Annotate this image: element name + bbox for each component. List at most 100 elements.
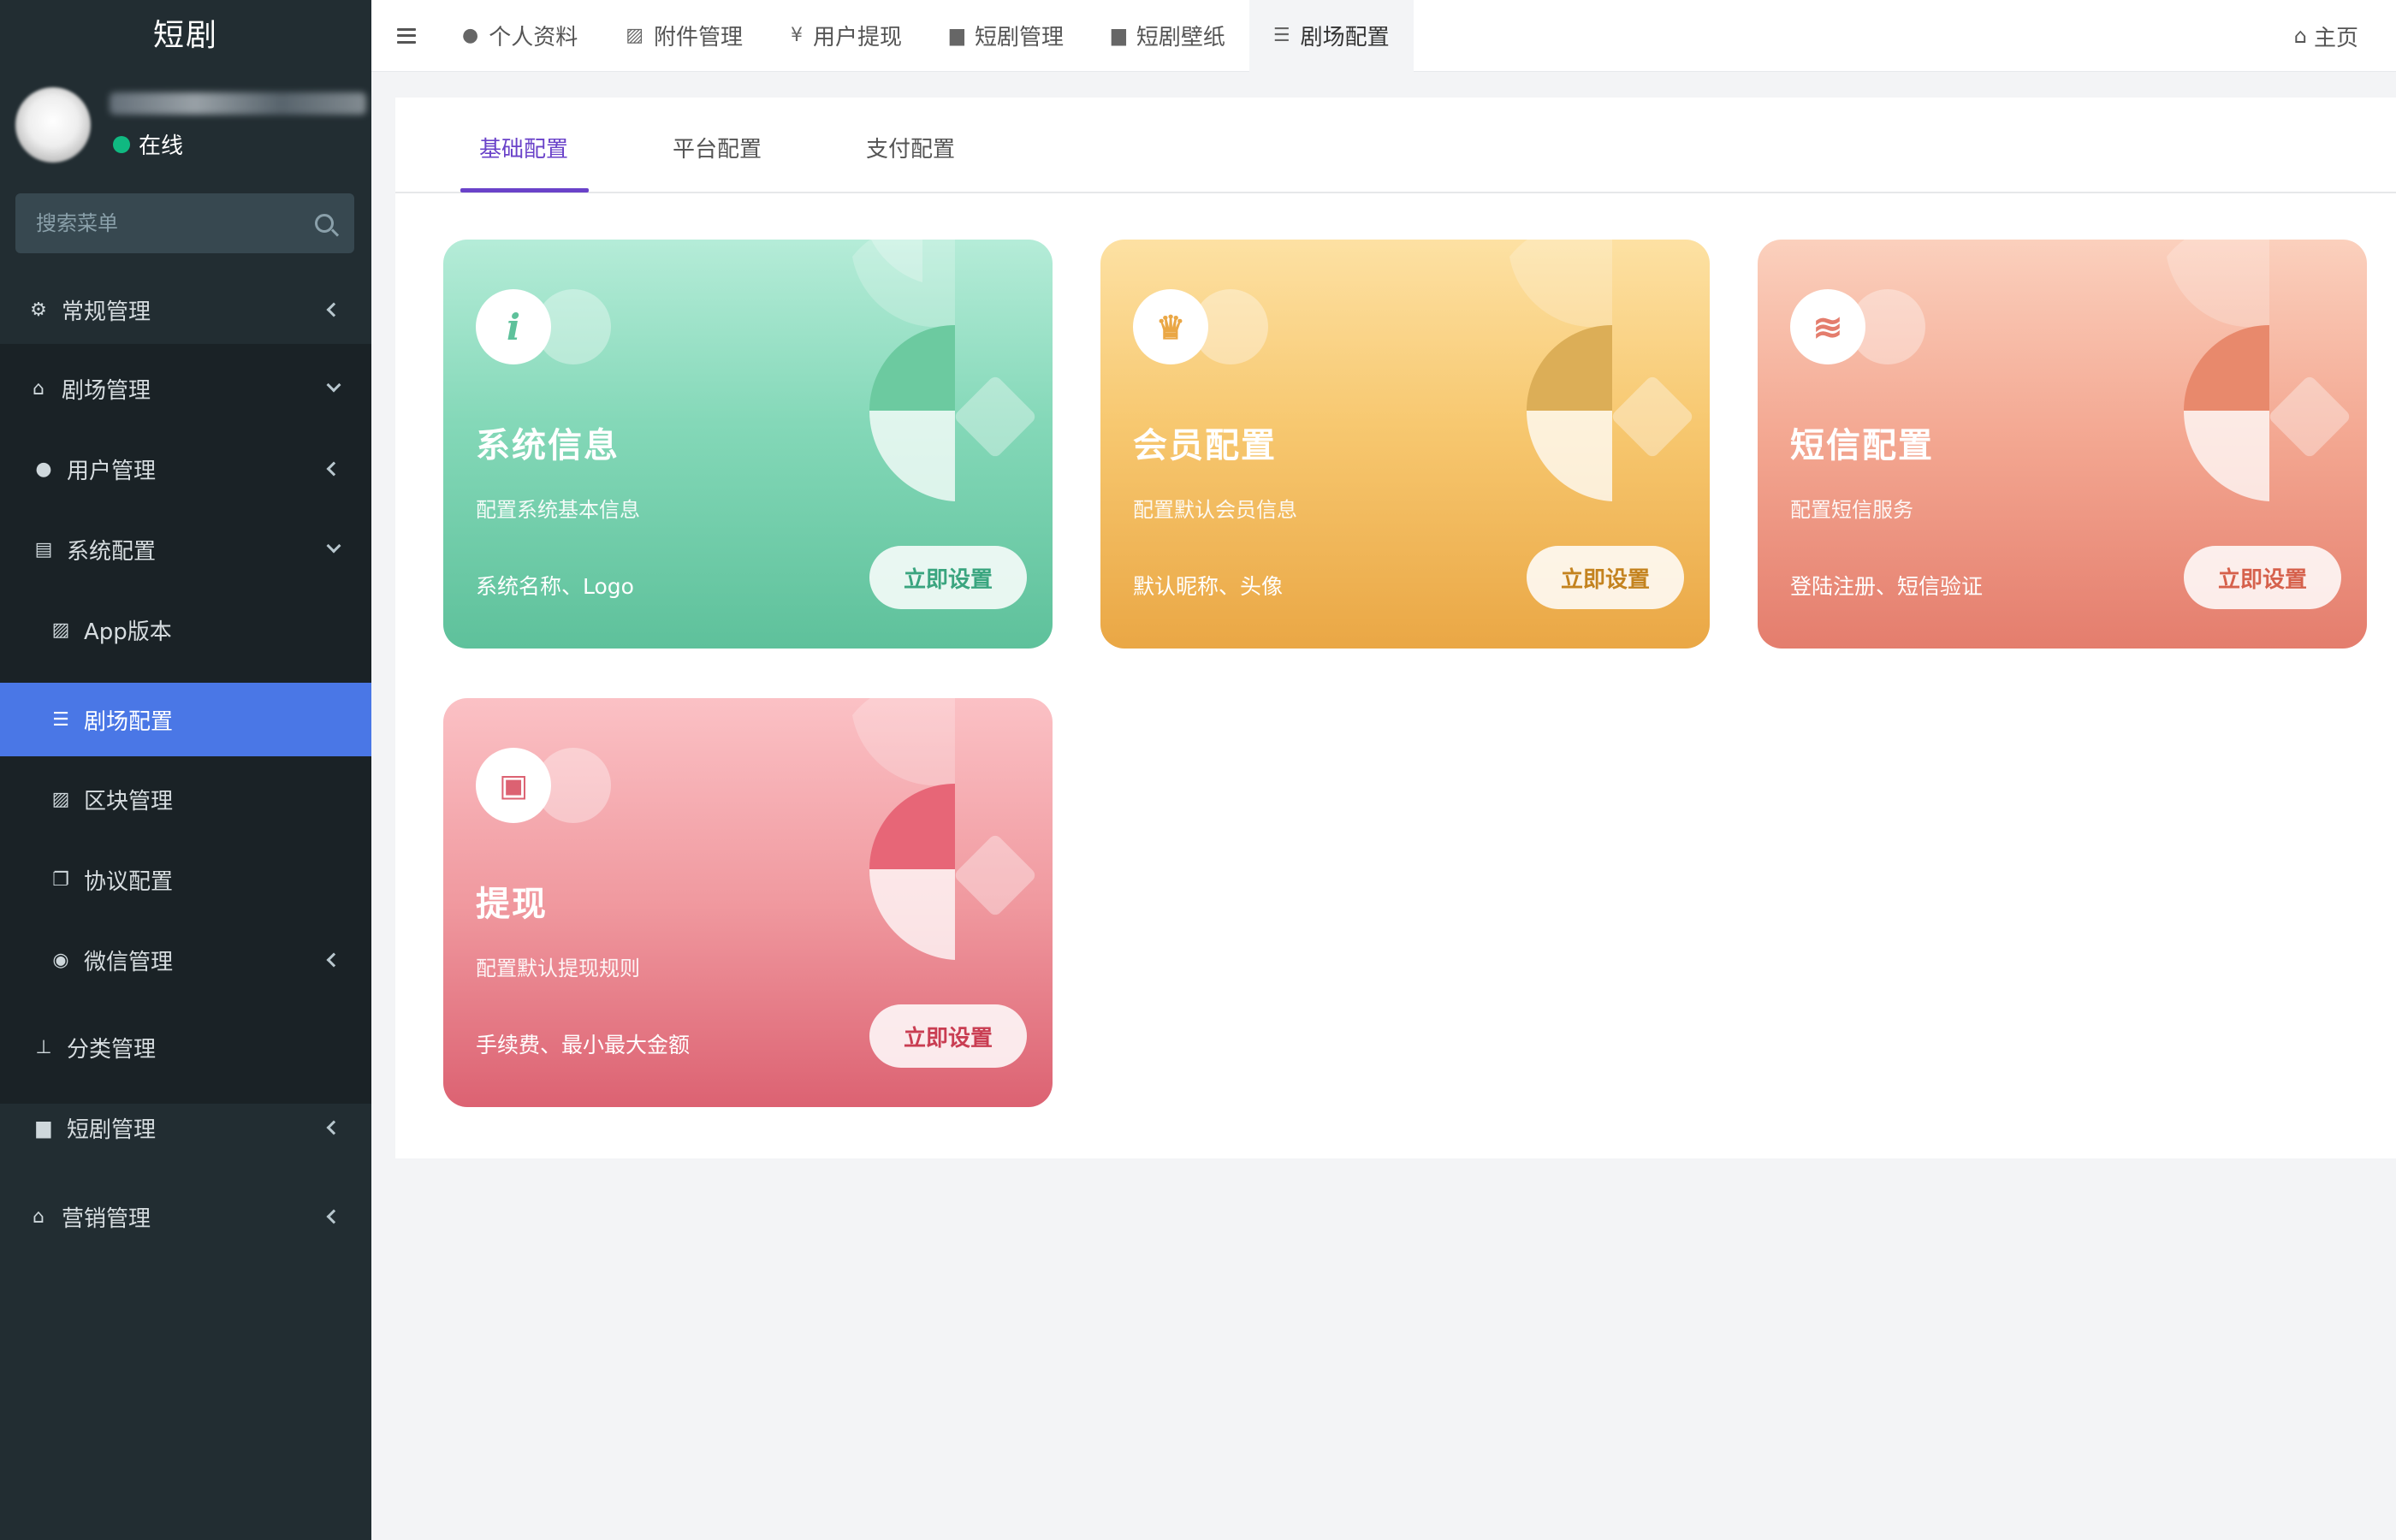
menu-search <box>15 193 354 253</box>
card-member-config: ♛ 会员配置 配置默认会员信息 默认昵称、头像 立即设置 <box>1100 240 1710 649</box>
home-icon: ⌂ <box>33 1205 44 1228</box>
gears-icon: ⚙ <box>30 299 47 321</box>
card-withdraw: ▣ 提现 配置默认提现规则 手续费、最小最大金额 立即设置 <box>443 698 1053 1107</box>
tab-drama-wallpaper[interactable]: ▆ 短剧壁纸 <box>1088 0 1249 72</box>
sidebar-item-theater-config[interactable]: ☰ 剧场配置 <box>0 683 371 756</box>
setup-button[interactable]: 立即设置 <box>1527 546 1684 609</box>
user-icon: ● <box>35 458 52 480</box>
avatar <box>15 87 91 163</box>
sidebar-item-users[interactable]: ● 用户管理 <box>0 443 371 495</box>
tab-profile[interactable]: ● 个人资料 <box>438 0 602 72</box>
sidebar-item-label: 剧场配置 <box>84 708 174 735</box>
image-icon: ▨ <box>626 25 644 46</box>
tab-attachments[interactable]: ▨ 附件管理 <box>602 0 767 72</box>
card-title: 系统信息 <box>476 426 620 465</box>
user-panel: 在线 <box>0 0 371 181</box>
online-dot-icon <box>113 135 130 153</box>
menu-toggle-icon[interactable] <box>397 27 416 44</box>
sidebar-item-label: 分类管理 <box>67 1036 157 1063</box>
copy-icon: ❐ <box>52 868 69 891</box>
menu-search-input[interactable] <box>36 211 315 235</box>
sidebar-item-app-version[interactable]: ▨ App版本 <box>0 604 371 655</box>
tab-label: 用户提现 <box>813 25 903 50</box>
user-icon: ● <box>462 25 479 46</box>
info-icon: i <box>476 289 551 364</box>
card-title: 会员配置 <box>1133 426 1277 465</box>
bag-icon: ▆ <box>1111 25 1126 46</box>
tab-nav: ● 个人资料 ▨ 附件管理 ¥ 用户提现 ▆ 短剧管理 ▆ 短剧壁纸 ☰ 剧场配置 <box>438 0 1414 72</box>
active-tab-indicator <box>460 188 589 192</box>
card-desc: 配置系统基本信息 <box>476 498 640 522</box>
sidebar-item-wechat[interactable]: ◉ 微信管理 <box>0 934 371 986</box>
search-icon[interactable] <box>315 214 334 233</box>
tab-basic-config[interactable]: 基础配置 <box>479 132 568 163</box>
image-icon: ▨ <box>51 619 70 641</box>
card-desc: 配置默认会员信息 <box>1133 498 1297 522</box>
card-foot: 登陆注册、短信验证 <box>1790 574 1984 599</box>
card-sms-config: ≋ 短信配置 配置短信服务 登陆注册、短信验证 立即设置 <box>1758 240 2367 649</box>
config-tabs: 基础配置 平台配置 支付配置 <box>395 98 2396 193</box>
bag-icon: ▆ <box>36 1116 51 1139</box>
tab-drama-manage[interactable]: ▆ 短剧管理 <box>926 0 1088 72</box>
card-desc: 配置短信服务 <box>1790 498 1913 522</box>
card-desc: 配置默认提现规则 <box>476 957 640 980</box>
sidebar-item-label: App版本 <box>84 619 172 645</box>
setup-button[interactable]: 立即设置 <box>869 546 1027 609</box>
sidebar-item-agreement-config[interactable]: ❐ 协议配置 <box>0 854 371 905</box>
sidebar-item-label: 常规管理 <box>62 299 151 325</box>
card-foot: 手续费、最小最大金额 <box>476 1033 691 1057</box>
setup-button[interactable]: 立即设置 <box>869 1004 1027 1068</box>
tab-label: 附件管理 <box>654 25 744 50</box>
crown-icon: ♛ <box>1133 289 1208 364</box>
online-status-label: 在线 <box>139 133 184 159</box>
card-title: 提现 <box>476 885 548 924</box>
sidebar-item-general[interactable]: ⚙ 常规管理 <box>0 275 371 344</box>
setup-button[interactable]: 立即设置 <box>2184 546 2341 609</box>
home-icon: ⌂ <box>2293 24 2307 48</box>
chevron-left-icon <box>326 952 341 968</box>
home-link[interactable]: ⌂ 主页 <box>2294 0 2358 72</box>
sliders-icon: ☰ <box>52 708 69 731</box>
sidebar-item-category[interactable]: ⊥ 分类管理 <box>0 1022 371 1073</box>
chevron-left-icon <box>326 1209 341 1224</box>
database-icon: ≋ <box>1790 289 1865 364</box>
tab-label: 个人资料 <box>489 25 578 50</box>
wechat-icon: ◉ <box>52 949 69 971</box>
card-title: 短信配置 <box>1790 426 1934 465</box>
topbar: ● 个人资料 ▨ 附件管理 ¥ 用户提现 ▆ 短剧管理 ▆ 短剧壁纸 ☰ 剧场配置 ⌂ 主页 <box>371 0 2396 72</box>
card-foot: 系统名称、Logo <box>476 574 634 599</box>
tab-label: 剧场配置 <box>1300 25 1390 50</box>
wallet-icon: ▣ <box>476 748 551 823</box>
card-system-info: i 系统信息 配置系统基本信息 系统名称、Logo 立即设置 <box>443 240 1053 649</box>
sidebar-item-marketing[interactable]: ⌂ 营销管理 <box>0 1191 371 1242</box>
tab-platform-config[interactable]: 平台配置 <box>673 132 762 163</box>
sidebar: 短剧 在线 ⚙ 常规管理 ⌂ 剧场管理 ● 用户管理 <box>0 0 371 1540</box>
tab-label: 短剧管理 <box>974 25 1064 50</box>
tab-label: 短剧壁纸 <box>1136 25 1225 50</box>
sliders-icon: ☰ <box>1272 25 1290 46</box>
sidebar-item-label: 协议配置 <box>84 868 174 895</box>
online-status: 在线 <box>113 128 183 160</box>
file-icon: ▤ <box>34 538 53 560</box>
tab-payment-config[interactable]: 支付配置 <box>866 132 955 163</box>
sidebar-item-label: 系统配置 <box>67 538 157 565</box>
chevron-down-icon <box>326 538 341 554</box>
sidebar-item-system-config[interactable]: ▤ 系统配置 <box>0 524 371 575</box>
sidebar-item-label: 微信管理 <box>84 949 174 975</box>
tab-withdrawals[interactable]: ¥ 用户提现 <box>767 0 926 72</box>
image-icon: ▨ <box>51 788 70 810</box>
user-name-redacted <box>110 92 366 115</box>
sidebar-item-label: 剧场管理 <box>62 377 151 404</box>
tab-theater-config[interactable]: ☰ 剧场配置 <box>1248 0 1414 72</box>
yen-icon: ¥ <box>791 25 804 46</box>
sidebar-item-drama[interactable]: ▆ 短剧管理 <box>0 1102 371 1153</box>
chevron-left-icon <box>326 302 341 317</box>
sidebar-item-block-manage[interactable]: ▨ 区块管理 <box>0 773 371 825</box>
chevron-left-icon <box>326 461 341 477</box>
sidebar-item-theater[interactable]: ⌂ 剧场管理 <box>0 363 371 414</box>
chevron-down-icon <box>326 377 341 393</box>
sidebar-item-label: 短剧管理 <box>67 1116 157 1143</box>
card-foot: 默认昵称、头像 <box>1133 574 1284 599</box>
sidebar-item-label: 用户管理 <box>67 458 157 484</box>
sitemap-icon: ⊥ <box>35 1036 52 1058</box>
